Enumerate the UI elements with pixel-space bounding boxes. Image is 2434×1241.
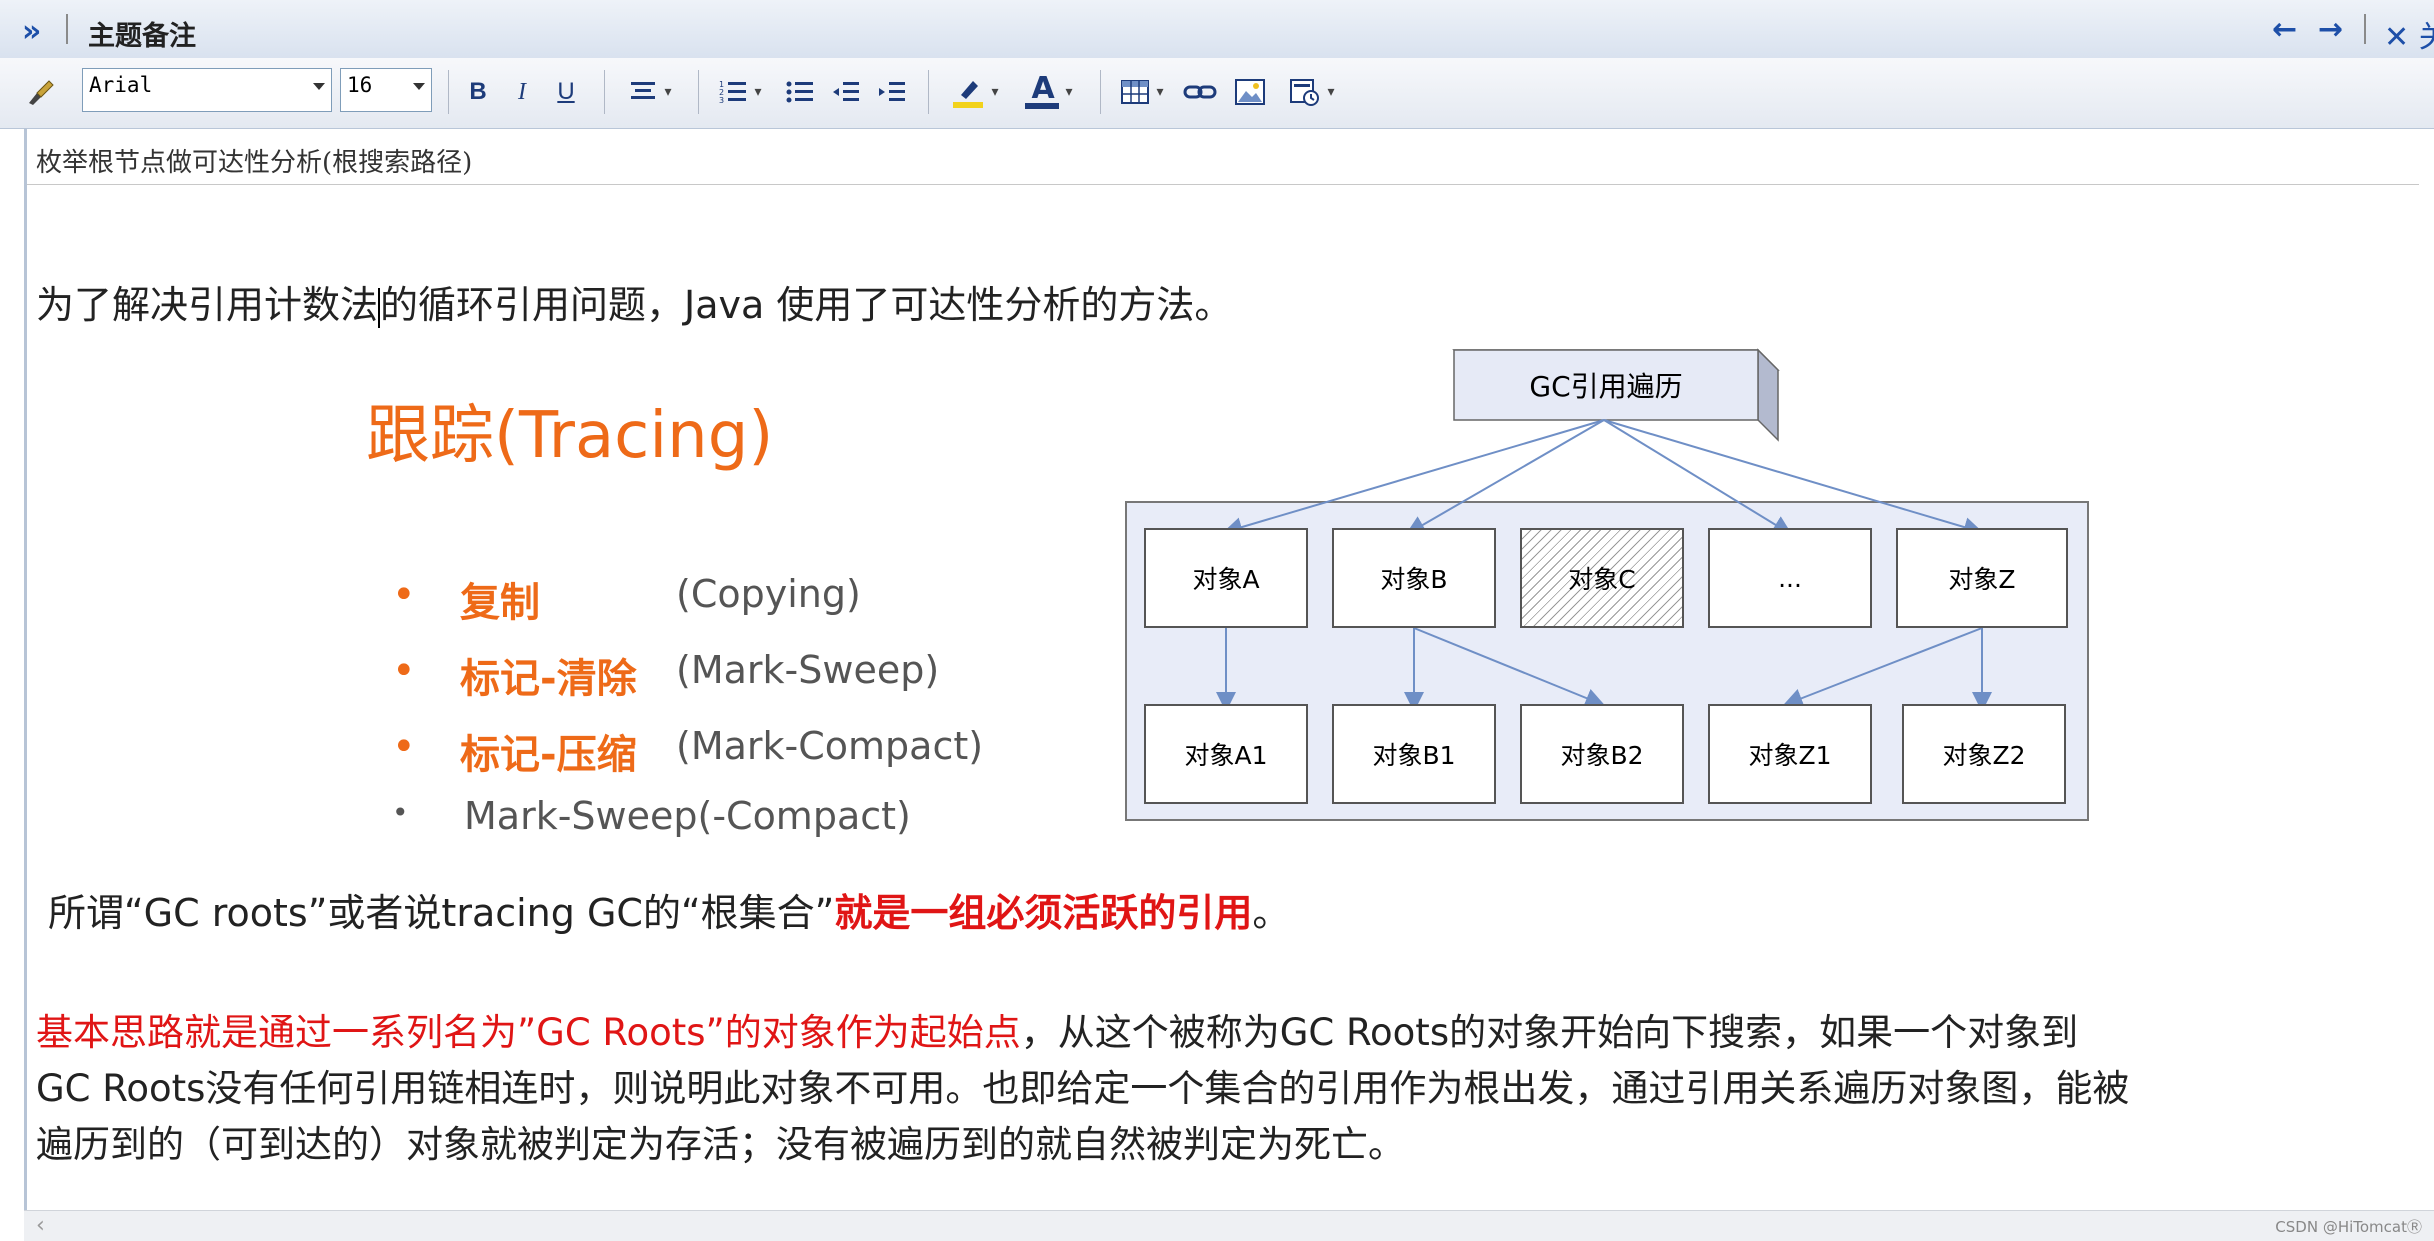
note-subject-field[interactable]: 枚举根节点做可达性分析(根搜索路径): [24, 132, 2419, 185]
divider: [2364, 14, 2366, 44]
insert-table-button[interactable]: ▾: [1110, 70, 1174, 114]
highlight-button[interactable]: ▾: [940, 70, 1010, 114]
align-center-icon: [631, 82, 656, 99]
gc-roots-line: 所谓“GC roots”或者说tracing GC的“根集合”就是一组必须活跃的…: [48, 890, 1291, 935]
intro-line: 为了解决引用计数法的循环引用问题，Java 使用了可达性分析的方法。: [36, 283, 1233, 328]
diagram-node-object-b2: 对象B2: [1520, 704, 1684, 804]
insert-link-button[interactable]: [1180, 70, 1220, 114]
diagram-root-node: GC引用遍历: [1529, 370, 1683, 403]
underline-button[interactable]: U: [546, 70, 586, 114]
diagram-node-object-a: 对象A: [1144, 528, 1308, 628]
watermark: CSDN @HiTomcatⓇ: [2275, 1218, 2422, 1236]
object-icon: [1290, 79, 1320, 106]
diagram-node-object-z2: 对象Z2: [1902, 704, 2066, 804]
paragraph-line-3: 遍历到的（可到达的）对象就被判定为存活；没有被遍历到的就自然被判定为死亡。: [36, 1123, 1405, 1166]
diagram-node-ellipsis: ...: [1708, 528, 1872, 628]
insert-image-button[interactable]: [1230, 70, 1270, 114]
divider: [66, 14, 68, 44]
bullet-marker: •: [392, 648, 416, 694]
diagram-node-object-b: 对象B: [1332, 528, 1496, 628]
chevron-down-icon: [313, 83, 325, 90]
bullet-paren-copying: (Copying): [676, 572, 861, 616]
divider: [698, 70, 699, 114]
editor-left-border: [24, 128, 27, 1210]
paragraph-line-2: GC Roots没有任何引用链相连时，则说明此对象不可用。也即给定一个集合的引用…: [36, 1067, 2130, 1110]
scroll-left-icon[interactable]: ‹: [36, 1213, 45, 1238]
bullet-paren-mark-sweep: (Mark-Sweep): [676, 648, 940, 692]
align-button[interactable]: ▾: [618, 70, 682, 114]
bullet-marker: •: [392, 796, 409, 829]
divider: [604, 70, 605, 114]
bullet-list-button[interactable]: [780, 70, 820, 114]
back-arrow-icon[interactable]: ←: [2272, 12, 2297, 47]
decrease-indent-button[interactable]: [826, 70, 866, 114]
bullet-marker: •: [392, 572, 416, 618]
forward-arrow-icon[interactable]: →: [2318, 12, 2343, 47]
note-subject-text: 枚举根节点做可达性分析(根搜索路径): [36, 148, 473, 178]
font-color-button[interactable]: A ▾: [1014, 70, 1084, 114]
diagram-node-object-c: 对象C: [1520, 528, 1684, 628]
numbered-list-icon: 123: [719, 80, 747, 105]
horizontal-scrollbar[interactable]: ‹: [24, 1210, 2434, 1241]
font-color-icon: A: [1025, 71, 1060, 109]
diagram-node-object-z1: 对象Z1: [1708, 704, 1872, 804]
bullet-marker: •: [392, 724, 416, 770]
indent-icon: [879, 82, 905, 101]
insert-object-button[interactable]: ▾: [1280, 70, 1344, 114]
panel-title: 主题备注: [88, 21, 196, 52]
divider: [928, 70, 929, 114]
font-family-select[interactable]: Arial: [82, 68, 332, 112]
close-button[interactable]: ✕ 关: [2384, 12, 2434, 56]
outdent-icon: [833, 82, 859, 101]
bold-button[interactable]: B: [458, 70, 498, 114]
bullet-title-mark-compact: 标记-压缩: [460, 732, 637, 778]
chevron-down-icon: [413, 83, 425, 90]
diagram-node-object-a1: 对象A1: [1144, 704, 1308, 804]
gc-reference-traversal-diagram: GC引用遍历 对象A 对象B 对象C ... 对象Z 对象A1 对象B1 对象B…: [1124, 346, 2094, 826]
format-painter-button[interactable]: [20, 70, 60, 114]
close-icon: ✕: [2384, 20, 2410, 55]
svg-text:3: 3: [719, 96, 724, 105]
title-bar: » 主题备注 ← → ✕ 关: [0, 0, 2434, 59]
bullet-list-icon: [786, 81, 813, 103]
increase-indent-button[interactable]: [872, 70, 912, 114]
bullet-plain-mark-sweep-compact: Mark-Sweep(-Compact): [464, 794, 911, 838]
divider: [448, 70, 449, 114]
brush-icon: [29, 80, 54, 105]
double-chevron-right-icon[interactable]: »: [22, 14, 41, 49]
numbered-list-button[interactable]: 123 ▾: [708, 70, 772, 114]
bullet-title-copying: 复制: [460, 580, 540, 626]
diagram-node-object-b1: 对象B1: [1332, 704, 1496, 804]
formatting-toolbar: Arial 16 B I U ▾ 123 ▾ ▾ A ▾ ▾ ▾: [0, 58, 2434, 129]
bullet-title-mark-sweep: 标记-清除: [460, 656, 637, 702]
table-icon: [1121, 80, 1150, 104]
paragraph-line-1: 基本思路就是通过一系列名为”GC Roots”的对象作为起始点，从这个被称为GC…: [36, 1011, 2079, 1054]
divider: [1100, 70, 1101, 114]
font-size-select[interactable]: 16: [340, 68, 432, 112]
link-icon: [1183, 85, 1217, 99]
diagram-node-object-z: 对象Z: [1896, 528, 2068, 628]
tracing-title: 跟踪(Tracing): [366, 399, 774, 473]
image-icon: [1235, 79, 1265, 105]
bullet-paren-mark-compact: (Mark-Compact): [676, 724, 984, 768]
highlighter-icon: [953, 81, 984, 108]
italic-button[interactable]: I: [502, 70, 542, 114]
